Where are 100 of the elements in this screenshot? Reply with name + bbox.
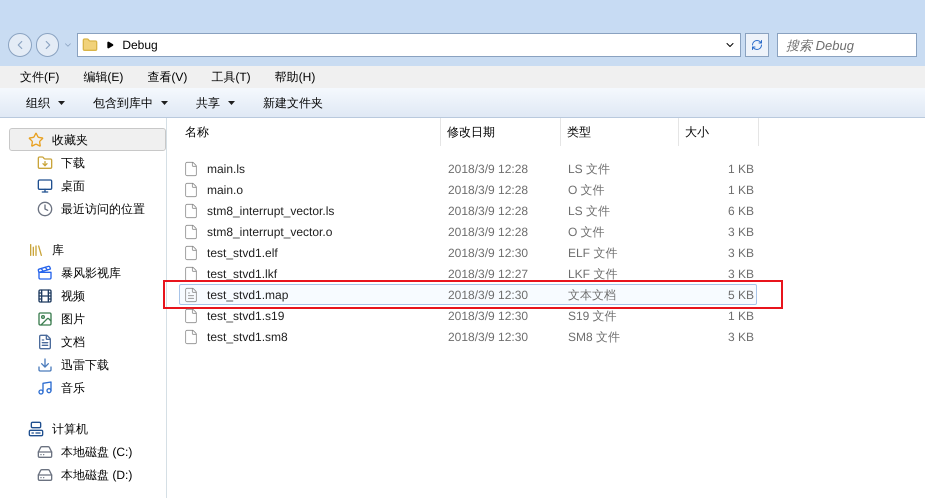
file-size: 3 KB — [726, 244, 754, 262]
nav-item[interactable]: 桌面 — [9, 174, 166, 197]
nav-group-header[interactable]: 收藏夹 — [9, 128, 166, 151]
modified-date: 2018/3/9 12:27 — [447, 266, 530, 282]
file-icon — [183, 308, 199, 324]
file-icon — [183, 266, 199, 282]
file-row[interactable]: stm8_interrupt_vector.o 2018/3/9 12:28 O 文件 3 KB — [179, 221, 757, 242]
column-header[interactable]: 名称 — [179, 118, 441, 146]
refresh-button[interactable] — [745, 33, 769, 57]
film-icon — [37, 288, 53, 304]
file-name: main.o — [207, 182, 244, 198]
menu-item[interactable]: 查看(V) — [143, 68, 192, 86]
menu-item[interactable]: 编辑(E) — [79, 68, 128, 86]
clock-icon — [37, 200, 53, 216]
file-icon — [183, 202, 199, 218]
modified-date: 2018/3/9 12:28 — [447, 182, 530, 198]
computer-icon — [28, 420, 44, 436]
file-type: O 文件 — [567, 182, 606, 198]
nav-item[interactable]: 本地磁盘 (C:) — [9, 440, 166, 463]
nav-group-header[interactable]: 计算机 — [9, 417, 166, 440]
star-icon — [28, 132, 44, 148]
file-type: O 文件 — [567, 224, 606, 240]
file-name: test_stvd1.elf — [207, 244, 278, 262]
file-row[interactable]: main.ls 2018/3/9 12:28 LS 文件 1 KB — [179, 158, 757, 179]
hard-drive-icon — [37, 466, 53, 482]
menu-item[interactable]: 工具(T) — [207, 68, 255, 86]
nav-item[interactable]: 下载 — [9, 151, 166, 174]
file-row[interactable]: stm8_interrupt_vector.ls 2018/3/9 12:28 LS 文件 6 KB — [179, 200, 757, 221]
document-icon — [37, 334, 53, 350]
file-size: 1 KB — [726, 182, 754, 198]
library-icon — [28, 242, 44, 258]
monitor-icon — [37, 178, 53, 194]
toolbar-button[interactable]: 包含到库中 — [93, 94, 168, 112]
menu-item[interactable]: 文件(F) — [16, 68, 64, 86]
modified-date: 2018/3/9 12:30 — [447, 308, 530, 324]
file-icon — [183, 224, 199, 240]
toolbar-button[interactable]: 新建文件夹 — [263, 94, 323, 112]
modified-date: 2018/3/9 12:30 — [447, 286, 530, 304]
breadcrumb-arrow-icon[interactable] — [106, 41, 114, 49]
file-row[interactable]: test_stvd1.elf 2018/3/9 12:30 ELF 文件 3 KB — [179, 242, 757, 263]
nav-item[interactable]: 图片 — [9, 307, 166, 330]
nav-item[interactable]: 视频 — [9, 284, 166, 307]
file-row[interactable]: test_stvd1.s19 2018/3/9 12:30 S19 文件 1 KB — [179, 305, 757, 326]
file-name: stm8_interrupt_vector.o — [207, 224, 332, 240]
file-size: 3 KB — [726, 266, 754, 282]
file-icon — [183, 244, 199, 260]
column-header[interactable]: 修改日期 — [441, 118, 561, 146]
clapperboard-icon — [37, 264, 53, 280]
column-header[interactable]: 大小 — [679, 118, 759, 146]
file-name: test_stvd1.s19 — [207, 308, 284, 324]
file-size: 3 KB — [726, 328, 754, 346]
nav-item[interactable]: 本地磁盘 (D:) — [9, 463, 166, 486]
address-path[interactable]: Debug — [122, 36, 158, 54]
toolbar-button[interactable]: 共享 — [196, 94, 235, 112]
music-note-icon — [37, 380, 53, 396]
file-type: SM8 文件 — [567, 328, 622, 346]
file-row[interactable]: test_stvd1.map 2018/3/9 12:30 文本文档 5 KB — [179, 284, 757, 305]
refresh-icon — [751, 39, 764, 51]
file-type: LKF 文件 — [567, 266, 618, 282]
file-name: main.ls — [207, 160, 246, 178]
file-type: ELF 文件 — [567, 244, 618, 262]
file-icon — [183, 328, 199, 344]
nav-group-header[interactable]: 库 — [9, 238, 166, 261]
file-type: LS 文件 — [567, 160, 612, 178]
file-name: test_stvd1.map — [207, 286, 288, 304]
folder-download-icon — [37, 154, 53, 170]
modified-date: 2018/3/9 12:28 — [447, 224, 530, 240]
hard-drive-icon — [37, 444, 53, 460]
text-file-icon — [183, 286, 199, 302]
nav-item[interactable]: 文档 — [9, 330, 166, 353]
file-size: 1 KB — [726, 308, 754, 324]
file-size: 3 KB — [726, 224, 754, 240]
nav-item[interactable]: 最近访问的位置 — [9, 197, 166, 220]
file-type: LS 文件 — [567, 202, 612, 220]
file-name: test_stvd1.lkf — [207, 266, 278, 282]
download-icon — [37, 356, 53, 372]
column-header[interactable]: 类型 — [561, 118, 679, 146]
modified-date: 2018/3/9 12:28 — [447, 202, 530, 220]
file-row[interactable]: test_stvd1.lkf 2018/3/9 12:27 LKF 文件 3 KB — [179, 263, 757, 284]
file-row[interactable]: test_stvd1.sm8 2018/3/9 12:30 SM8 文件 3 KB — [179, 326, 757, 347]
file-icon — [183, 182, 199, 198]
file-size: 5 KB — [726, 286, 754, 304]
modified-date: 2018/3/9 12:30 — [447, 328, 530, 346]
toolbar-button[interactable]: 组织 — [26, 94, 65, 112]
modified-date: 2018/3/9 12:30 — [447, 244, 530, 262]
menu-item[interactable]: 帮助(H) — [270, 68, 320, 86]
search-field[interactable]: 搜索 Debug — [777, 33, 917, 57]
file-size: 1 KB — [726, 160, 754, 178]
file-size: 6 KB — [726, 202, 754, 220]
nav-item[interactable]: 音乐 — [9, 376, 166, 399]
file-type: 文本文档 — [567, 286, 617, 304]
file-name: test_stvd1.sm8 — [207, 328, 288, 346]
folder-icon — [82, 37, 98, 53]
file-type: S19 文件 — [567, 308, 618, 324]
file-row[interactable]: main.o 2018/3/9 12:28 O 文件 1 KB — [179, 179, 757, 200]
file-name: stm8_interrupt_vector.ls — [207, 202, 334, 220]
nav-item[interactable]: 迅雷下载 — [9, 353, 166, 376]
picture-icon — [37, 310, 53, 326]
address-field[interactable]: Debug — [77, 33, 742, 57]
nav-item[interactable]: 暴风影视库 — [9, 261, 166, 284]
